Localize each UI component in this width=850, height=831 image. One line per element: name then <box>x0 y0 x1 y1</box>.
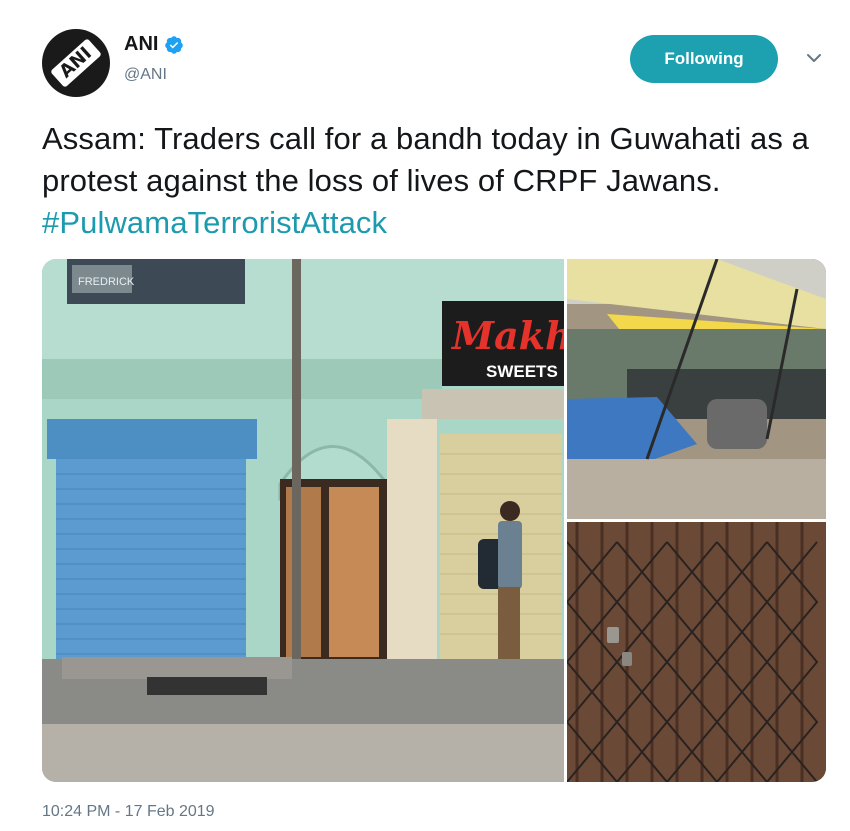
shop-sign-subtitle: SWEETS <box>486 362 558 381</box>
author-display-name[interactable]: ANI <box>124 33 158 56</box>
tweet-text: Assam: Traders call for a bandh today in… <box>42 118 832 244</box>
small-sign-text: FREDRICK <box>78 276 135 288</box>
photo-closed-grille[interactable] <box>567 522 826 782</box>
avatar-logo-text: ANI <box>55 42 96 83</box>
media-grid[interactable]: FREDRICK Makh SWEETS <box>42 259 826 782</box>
photo-street-shops[interactable]: FREDRICK Makh SWEETS <box>42 259 564 782</box>
following-button[interactable]: Following <box>630 35 778 83</box>
tweet-body: Assam: Traders call for a bandh today in… <box>42 121 810 198</box>
author-handle[interactable]: @ANI <box>124 66 167 84</box>
shop-sign-title: Makh <box>450 313 564 358</box>
chevron-down-icon[interactable] <box>805 51 823 65</box>
photo-covered-stalls[interactable] <box>567 259 826 519</box>
tweet-timestamp[interactable]: 10:24 PM - 17 Feb 2019 <box>42 803 215 821</box>
verified-badge-icon <box>164 35 184 55</box>
avatar[interactable]: ANI <box>42 29 110 97</box>
hashtag-link[interactable]: #PulwamaTerroristAttack <box>42 205 387 240</box>
author-name-row[interactable]: ANI <box>124 33 184 56</box>
